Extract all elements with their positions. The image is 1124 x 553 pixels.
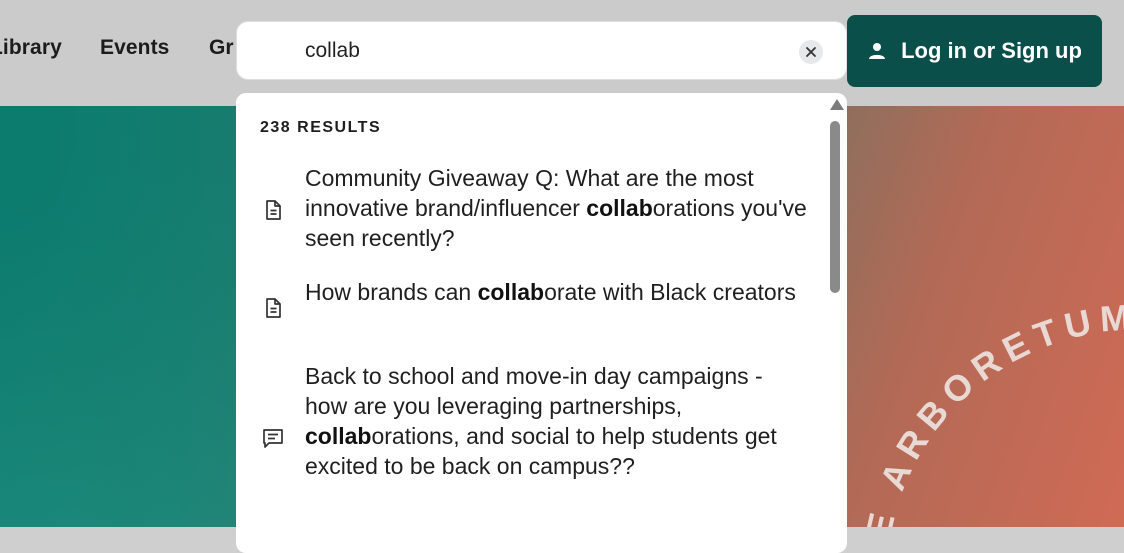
nav-link-events[interactable]: Events	[100, 36, 169, 60]
search-results-dropdown: 238 RESULTS Community Giveaway Q: What a…	[236, 93, 847, 553]
login-signup-button[interactable]: Log in or Sign up	[847, 15, 1102, 87]
scroll-up-arrow-icon[interactable]	[830, 99, 844, 110]
search-match-highlight: collab	[477, 279, 545, 305]
person-icon	[869, 43, 886, 59]
search-result-text: Back to school and move-in day campaigns…	[305, 363, 777, 479]
search-result-text: How brands can collaborate with Black cr…	[305, 279, 796, 305]
search-result-item[interactable]: Community Giveaway Q: What are the most …	[236, 163, 826, 263]
close-icon	[806, 47, 816, 57]
search-box	[236, 21, 847, 80]
results-count: 238 RESULTS	[260, 119, 382, 136]
nav-link-groups[interactable]: Gr	[209, 36, 234, 60]
search-result-item[interactable]: Back to school and move-in day campaigns…	[236, 361, 826, 521]
results-scrollbar[interactable]	[824, 93, 847, 553]
clear-search-button[interactable]	[799, 40, 823, 64]
document-icon	[266, 298, 281, 318]
scrollbar-thumb[interactable]	[830, 121, 840, 293]
login-signup-label: Log in or Sign up	[901, 38, 1082, 63]
search-input[interactable]	[305, 36, 785, 66]
search-result-item[interactable]: How brands can collaborate with Black cr…	[236, 277, 826, 341]
nav-link-library[interactable]: Library	[0, 36, 62, 60]
document-icon	[266, 200, 281, 220]
search-match-highlight: collab	[586, 195, 653, 221]
search-result-text: Community Giveaway Q: What are the most …	[305, 165, 807, 251]
search-match-highlight: collab	[305, 423, 372, 449]
comment-icon	[263, 429, 283, 448]
